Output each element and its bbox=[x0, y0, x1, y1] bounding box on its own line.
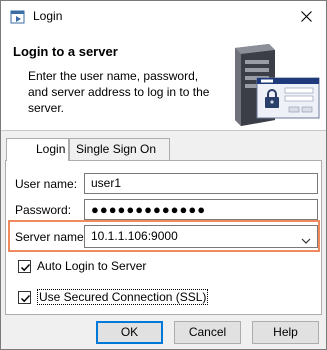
username-field[interactable]: user1 bbox=[84, 173, 318, 194]
server-illustration-icon bbox=[213, 40, 325, 128]
auto-login-checkbox[interactable]: Auto Login to Server bbox=[18, 259, 146, 273]
tab-login[interactable]: Login bbox=[6, 138, 69, 161]
tab-single-sign-on[interactable]: Single Sign On bbox=[69, 138, 170, 160]
ssl-check-icon[interactable] bbox=[18, 290, 31, 304]
password-value: ●●●●●●●●●●●●● bbox=[91, 202, 207, 217]
tab-login-label: Login bbox=[36, 142, 66, 156]
tab-sso-label: Single Sign On bbox=[76, 142, 157, 156]
ok-button[interactable]: OK bbox=[96, 321, 163, 344]
password-field[interactable]: ●●●●●●●●●●●●● bbox=[84, 199, 318, 220]
ssl-checkbox[interactable]: Use Secured Connection (SSL) bbox=[18, 289, 209, 305]
window-title: Login bbox=[33, 9, 63, 23]
close-icon[interactable] bbox=[286, 1, 326, 32]
username-label: User name: bbox=[15, 177, 78, 191]
chevron-down-icon[interactable] bbox=[301, 232, 311, 244]
ssl-label: Use Secured Connection (SSL) bbox=[37, 289, 209, 305]
cancel-button[interactable]: Cancel bbox=[174, 321, 241, 344]
auto-login-label: Auto Login to Server bbox=[37, 259, 147, 273]
app-icon bbox=[10, 9, 26, 25]
login-dialog: Login Login to a server Enter the user n… bbox=[0, 0, 327, 350]
username-value: user1 bbox=[91, 176, 122, 190]
auto-login-check-icon[interactable] bbox=[18, 259, 31, 273]
server-name-label: Server name: bbox=[15, 230, 88, 244]
server-name-value: 10.1.1.106:9000 bbox=[91, 229, 178, 243]
password-label: Password: bbox=[15, 203, 72, 217]
header-title: Login to a server bbox=[13, 44, 118, 59]
dialog-header: Login to a server Enter the user name, p… bbox=[1, 32, 326, 131]
server-name-combobox[interactable]: 10.1.1.106:9000 bbox=[84, 225, 318, 248]
help-button[interactable]: Help bbox=[252, 321, 319, 344]
dialog-footer: OK Cancel Help bbox=[1, 317, 326, 349]
header-description: Enter the user name, password, and serve… bbox=[28, 69, 210, 115]
title-bar[interactable]: Login bbox=[1, 1, 326, 32]
